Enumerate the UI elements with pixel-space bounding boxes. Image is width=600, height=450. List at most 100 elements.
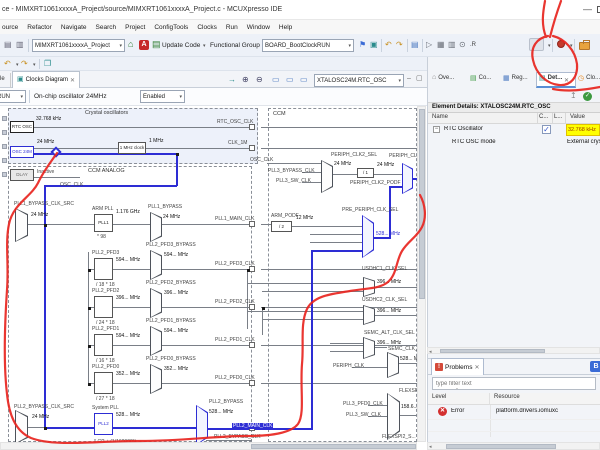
diagram-box-osc-24m[interactable]: OSC 24M — [10, 146, 34, 158]
functional-group-combo[interactable]: BOARD_BootClockRUN▾ — [262, 39, 354, 52]
menu-item-configtools[interactable]: ConfigTools — [154, 24, 188, 31]
console-icon[interactable]: ▣ — [370, 40, 378, 50]
key-icon[interactable] — [557, 40, 565, 48]
tab-registers[interactable]: ▦ Reg... — [503, 74, 528, 82]
expander-icon[interactable]: − — [433, 126, 440, 133]
details-row2-name[interactable]: RTC OSC mode — [452, 139, 538, 145]
tab-clocks-diagram[interactable]: ▣ Clocks Diagram ✕ — [12, 71, 80, 88]
minimize-view-icon[interactable]: ‒ — [407, 74, 411, 84]
menu-item-clocks[interactable]: Clocks — [197, 24, 217, 31]
diagram-handle[interactable] — [2, 144, 7, 149]
diagram-box-pll2-pfd1[interactable] — [94, 334, 113, 356]
update-code-label[interactable]: Update Code — [162, 42, 200, 49]
diagram-box-pll2-pfd0[interactable] — [94, 372, 113, 394]
menu-item-refactor[interactable]: Refactor — [27, 24, 52, 31]
run-config-combo-partial[interactable]: RUN▾ — [0, 90, 26, 103]
diagram-box-pll2-pfd3[interactable] — [94, 258, 113, 280]
diagram-box-periph-clk2-podf[interactable]: / 1 — [357, 168, 374, 178]
new-window-icon[interactable]: ❐ — [44, 59, 51, 69]
pin-dropdown-icon[interactable]: ▾ — [548, 43, 551, 49]
collapse-all-icon[interactable]: ↥ — [570, 91, 577, 101]
tab-problems[interactable]: ! Problems ✕ — [431, 358, 484, 375]
element-select-combo[interactable]: XTALOSC24M.RTC_OSC▾ — [314, 74, 404, 87]
diagram-vscrollbar[interactable] — [417, 106, 426, 442]
diagram-box-1mhz-clock[interactable]: 1 MHz clock — [118, 142, 146, 154]
clocks-diagram-canvas[interactable]: Crystal oscillatorsCCM ANALOGCCMRTC OSCO… — [0, 106, 417, 442]
tab-code[interactable]: ▤ Co... — [470, 74, 491, 82]
close-icon[interactable]: ✕ — [474, 364, 479, 371]
fit-height-icon[interactable]: ▭ — [300, 75, 308, 85]
details-hscrollbar[interactable]: ◂ — [427, 347, 600, 354]
diagram-handle[interactable] — [2, 130, 7, 135]
partial-toolbar-icon[interactable]: B — [590, 361, 600, 372]
details-row1-value[interactable]: 32.768 kHz — [566, 124, 600, 136]
details-row2-value[interactable]: External crystal — [567, 139, 600, 145]
update-code-icon[interactable]: ▤ — [152, 39, 161, 49]
menu-item-help[interactable]: Help — [279, 24, 292, 31]
undo-icon[interactable]: ↶ — [385, 40, 392, 50]
tab-overview[interactable]: ⌂ Ove... — [432, 74, 454, 81]
back-dropdown-icon[interactable]: ▾ — [16, 62, 19, 68]
menu-item-source[interactable]: ource — [2, 24, 18, 31]
forward-dropdown-icon[interactable]: ▾ — [33, 62, 36, 68]
diagram-handle[interactable] — [2, 158, 7, 163]
details-col-l[interactable]: L... — [553, 113, 566, 124]
copy-icon[interactable]: ▥ — [448, 40, 456, 50]
project-combo[interactable]: MIMXRT1061xxxxA_Project▾ — [32, 39, 125, 52]
zoom-out-icon[interactable]: ⊖ — [256, 75, 263, 85]
menu-item-project[interactable]: Project — [125, 24, 145, 31]
problems-row-level[interactable]: Error — [451, 408, 489, 414]
diagram-box-dlay[interactable]: DLAY — [10, 169, 34, 181]
menu-item-run[interactable]: Run — [226, 24, 238, 31]
diagram-box-arm-podf[interactable]: / 2 — [271, 221, 292, 232]
diagram-box-pll2-pfd2[interactable] — [94, 296, 113, 318]
relaunch-icon[interactable]: .R — [470, 42, 476, 48]
diagram-box-pll1[interactable]: PLL1 — [94, 214, 113, 232]
problems-col-level[interactable]: Level — [428, 393, 490, 405]
apply-check-icon[interactable]: ✓ — [583, 92, 592, 101]
tab-details[interactable]: ▤ Det... — [539, 74, 562, 82]
record-icon[interactable]: ⊙ — [459, 40, 466, 50]
tab-clocks-consumers[interactable]: ◷ Clo... — [578, 74, 600, 82]
details-col-value[interactable]: Value — [566, 113, 600, 124]
problems-row-resource[interactable]: platform.drivers.iomuxc — [496, 408, 598, 414]
suspend-icon[interactable]: ▦ — [437, 40, 445, 50]
navigate-arrow-icon[interactable]: → — [228, 75, 236, 85]
diagram-handle[interactable] — [2, 116, 7, 121]
fit-screen-icon[interactable]: ▭ — [272, 75, 280, 85]
diagram-handle[interactable] — [2, 172, 7, 177]
maximize-view-icon[interactable]: ▢ — [416, 74, 423, 84]
menu-item-navigate[interactable]: Navigate — [61, 24, 87, 31]
diagram-hscrollbar[interactable] — [0, 442, 417, 450]
bookmark-icon[interactable]: ⚑ — [359, 40, 366, 50]
close-icon[interactable]: ✕ — [564, 77, 569, 84]
back-icon[interactable]: ↶ — [4, 59, 11, 69]
tab-clocks-table-partial[interactable]: le — [0, 73, 11, 88]
redo-icon[interactable]: ↷ — [396, 40, 403, 50]
problems-col-resource[interactable]: Resource — [490, 393, 600, 405]
details-row1-name[interactable]: RTC Oscillator — [444, 126, 538, 132]
rtc-osc-checkbox[interactable]: ✓ — [542, 125, 551, 134]
fit-width-icon[interactable]: ▭ — [286, 75, 294, 85]
pin-tool-icon[interactable] — [529, 38, 544, 51]
key-dropdown-icon[interactable]: ▾ — [570, 43, 573, 49]
zoom-in-icon[interactable]: ⊕ — [242, 75, 249, 85]
config-error-icon[interactable]: A — [139, 40, 149, 50]
osc-state-combo[interactable]: Enabled▾ — [140, 90, 185, 103]
update-code-dropdown-icon[interactable]: ▾ — [203, 43, 206, 49]
diagram-box-rtc-osc[interactable]: RTC OSC — [10, 121, 34, 133]
step-icon[interactable]: ▷ — [426, 40, 432, 50]
diagram-port[interactable] — [249, 145, 255, 151]
terminal-icon[interactable]: ▤ — [411, 40, 419, 50]
details-col-c[interactable]: C... — [538, 113, 553, 124]
menu-item-search[interactable]: Search — [96, 24, 117, 31]
menu-item-window[interactable]: Window — [247, 24, 270, 31]
minimize-button[interactable]: — — [583, 4, 592, 14]
save-all-icon[interactable]: ▥ — [16, 40, 24, 50]
home-icon[interactable]: ⌂ — [128, 39, 133, 49]
details-col-name[interactable]: Name — [428, 113, 538, 124]
open-perspective-icon[interactable] — [579, 42, 590, 50]
diagram-box-pll2[interactable]: PLL2 — [94, 413, 113, 435]
forward-icon[interactable]: ↷ — [21, 59, 28, 69]
problems-hscrollbar[interactable]: ◂ — [427, 442, 600, 450]
